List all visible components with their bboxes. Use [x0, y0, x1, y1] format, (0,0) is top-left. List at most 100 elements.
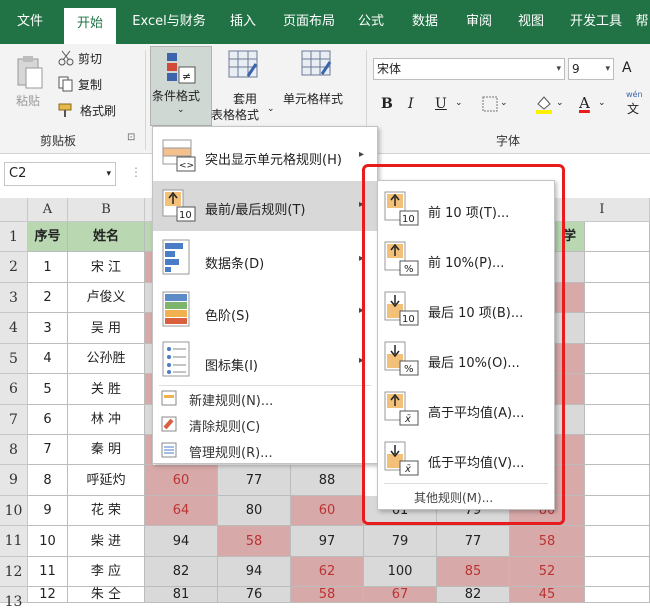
seq-cell[interactable]: 2 — [28, 283, 68, 313]
score-cell[interactable] — [555, 252, 585, 283]
score-cell[interactable] — [555, 465, 585, 496]
tab-excel-finance[interactable]: Excel与财务 — [124, 0, 214, 44]
cut-button[interactable]: 剪切 — [78, 50, 102, 67]
score-cell[interactable]: 52 — [510, 557, 585, 587]
score-cell[interactable]: 88 — [291, 465, 364, 496]
format-painter-button[interactable]: 格式刷 — [80, 102, 116, 119]
copy-button[interactable]: 复制 — [78, 76, 102, 93]
cell[interactable] — [585, 344, 650, 374]
name-cell[interactable]: 花 荣 — [68, 496, 145, 526]
tab-insert[interactable]: 插入 — [222, 0, 264, 44]
header-cell-name[interactable]: 姓名 — [68, 222, 145, 252]
header-cell-seq[interactable]: 序号 — [28, 222, 68, 252]
row-header[interactable]: 8 — [0, 435, 28, 465]
chevron-down-icon[interactable]: ⌄ — [556, 98, 564, 108]
row-header[interactable]: 2 — [0, 252, 28, 283]
seq-cell[interactable]: 7 — [28, 435, 68, 465]
format-painter-icon[interactable] — [58, 102, 76, 121]
seq-cell[interactable]: 11 — [28, 557, 68, 587]
copy-icon[interactable] — [58, 76, 74, 95]
score-cell[interactable]: 82 — [437, 587, 510, 603]
name-cell[interactable]: 呼延灼 — [68, 465, 145, 496]
seq-cell[interactable]: 8 — [28, 465, 68, 496]
menu-top-bottom-rules[interactable]: 10 最前/最后规则(T) ▸ — [153, 181, 377, 231]
cell[interactable] — [585, 283, 650, 313]
seq-cell[interactable]: 5 — [28, 374, 68, 405]
phonetic-guide-char[interactable]: 文 — [627, 100, 639, 117]
paste-icon[interactable] — [14, 54, 44, 93]
menu-above-average[interactable]: x̄ 高于平均值(A)... — [378, 385, 554, 435]
cell[interactable] — [585, 374, 650, 405]
score-cell[interactable]: 80 — [218, 496, 291, 526]
chevron-down-icon[interactable]: ⌄ — [598, 98, 606, 108]
name-cell[interactable]: 公孙胜 — [68, 344, 145, 374]
name-cell[interactable]: 关 胜 — [68, 374, 145, 405]
score-cell[interactable]: 76 — [218, 587, 291, 603]
cell[interactable] — [585, 313, 650, 344]
score-cell[interactable] — [555, 283, 585, 313]
menu-manage-rules[interactable]: 管理规则(R)... — [153, 437, 377, 463]
tab-formulas[interactable]: 公式 — [350, 0, 392, 44]
row-header[interactable]: 7 — [0, 405, 28, 435]
tab-home[interactable]: 开始 — [64, 8, 116, 44]
seq-cell[interactable]: 10 — [28, 526, 68, 557]
menu-bottom10-percent[interactable]: % 最后 10%(O)... — [378, 335, 554, 385]
conditional-format-button[interactable]: ≠ 条件格式 ⌄ — [150, 46, 212, 126]
menu-icon-sets[interactable]: 图标集(I) ▸ — [153, 335, 377, 385]
menu-data-bars[interactable]: 数据条(D) ▸ — [153, 233, 377, 283]
cell[interactable] — [585, 496, 650, 526]
cell[interactable] — [585, 435, 650, 465]
cell[interactable] — [585, 405, 650, 435]
column-header-a[interactable]: A — [28, 198, 68, 222]
score-cell[interactable]: 45 — [510, 587, 585, 603]
tab-file[interactable]: 文件 — [6, 0, 54, 44]
cell-style-icon[interactable] — [300, 50, 334, 83]
menu-clear-rules[interactable]: 清除规则(C) — [153, 411, 377, 437]
cell[interactable] — [585, 557, 650, 587]
score-cell[interactable] — [555, 313, 585, 344]
score-cell[interactable]: 62 — [291, 557, 364, 587]
name-cell[interactable]: 李 应 — [68, 557, 145, 587]
name-cell[interactable]: 宋 江 — [68, 252, 145, 283]
row-header[interactable]: 11 — [0, 526, 28, 557]
cell[interactable] — [585, 252, 650, 283]
name-cell[interactable]: 林 冲 — [68, 405, 145, 435]
cell[interactable] — [585, 587, 650, 603]
table-format-line1[interactable]: 套用 — [233, 90, 257, 107]
seq-cell[interactable]: 4 — [28, 344, 68, 374]
cell-style-label[interactable]: 单元格样式 — [283, 90, 343, 107]
column-header-i[interactable]: I — [555, 198, 650, 222]
seq-cell[interactable]: 3 — [28, 313, 68, 344]
tab-view[interactable]: 视图 — [510, 0, 552, 44]
score-cell[interactable]: 67 — [364, 587, 437, 603]
tab-help[interactable]: 帮 — [634, 0, 650, 44]
menu-below-average[interactable]: x̄ 低于平均值(V)... — [378, 435, 554, 485]
name-cell[interactable]: 吴 用 — [68, 313, 145, 344]
score-cell[interactable]: 100 — [364, 557, 437, 587]
name-box[interactable]: C2 ▾ — [4, 162, 116, 186]
score-cell[interactable]: 81 — [145, 587, 218, 603]
scissors-icon[interactable] — [58, 50, 74, 69]
score-cell[interactable]: 58 — [510, 526, 585, 557]
score-cell[interactable]: 64 — [145, 496, 218, 526]
row-header[interactable]: 13 — [0, 587, 28, 610]
menu-top10-items[interactable]: 10 前 10 项(T)... — [378, 185, 554, 235]
tab-data[interactable]: 数据 — [404, 0, 446, 44]
row-header[interactable]: 3 — [0, 283, 28, 313]
underline-button[interactable]: U — [435, 96, 447, 112]
row-header[interactable]: 12 — [0, 557, 28, 587]
seq-cell[interactable]: 1 — [28, 252, 68, 283]
score-cell[interactable]: 97 — [291, 526, 364, 557]
score-cell[interactable] — [555, 344, 585, 374]
border-icon[interactable] — [482, 96, 498, 115]
score-cell[interactable]: 85 — [437, 557, 510, 587]
score-cell[interactable]: 60 — [291, 496, 364, 526]
font-size-select[interactable]: 9 ▾ — [568, 58, 614, 80]
name-cell[interactable]: 卢俊义 — [68, 283, 145, 313]
menu-new-rule[interactable]: 新建规则(N)... — [153, 385, 377, 411]
row-header[interactable]: 10 — [0, 496, 28, 526]
row-header[interactable]: 1 — [0, 222, 28, 252]
name-cell[interactable]: 柴 进 — [68, 526, 145, 557]
font-color-button[interactable]: A — [579, 94, 590, 112]
menu-top10-percent[interactable]: % 前 10%(P)... — [378, 235, 554, 285]
